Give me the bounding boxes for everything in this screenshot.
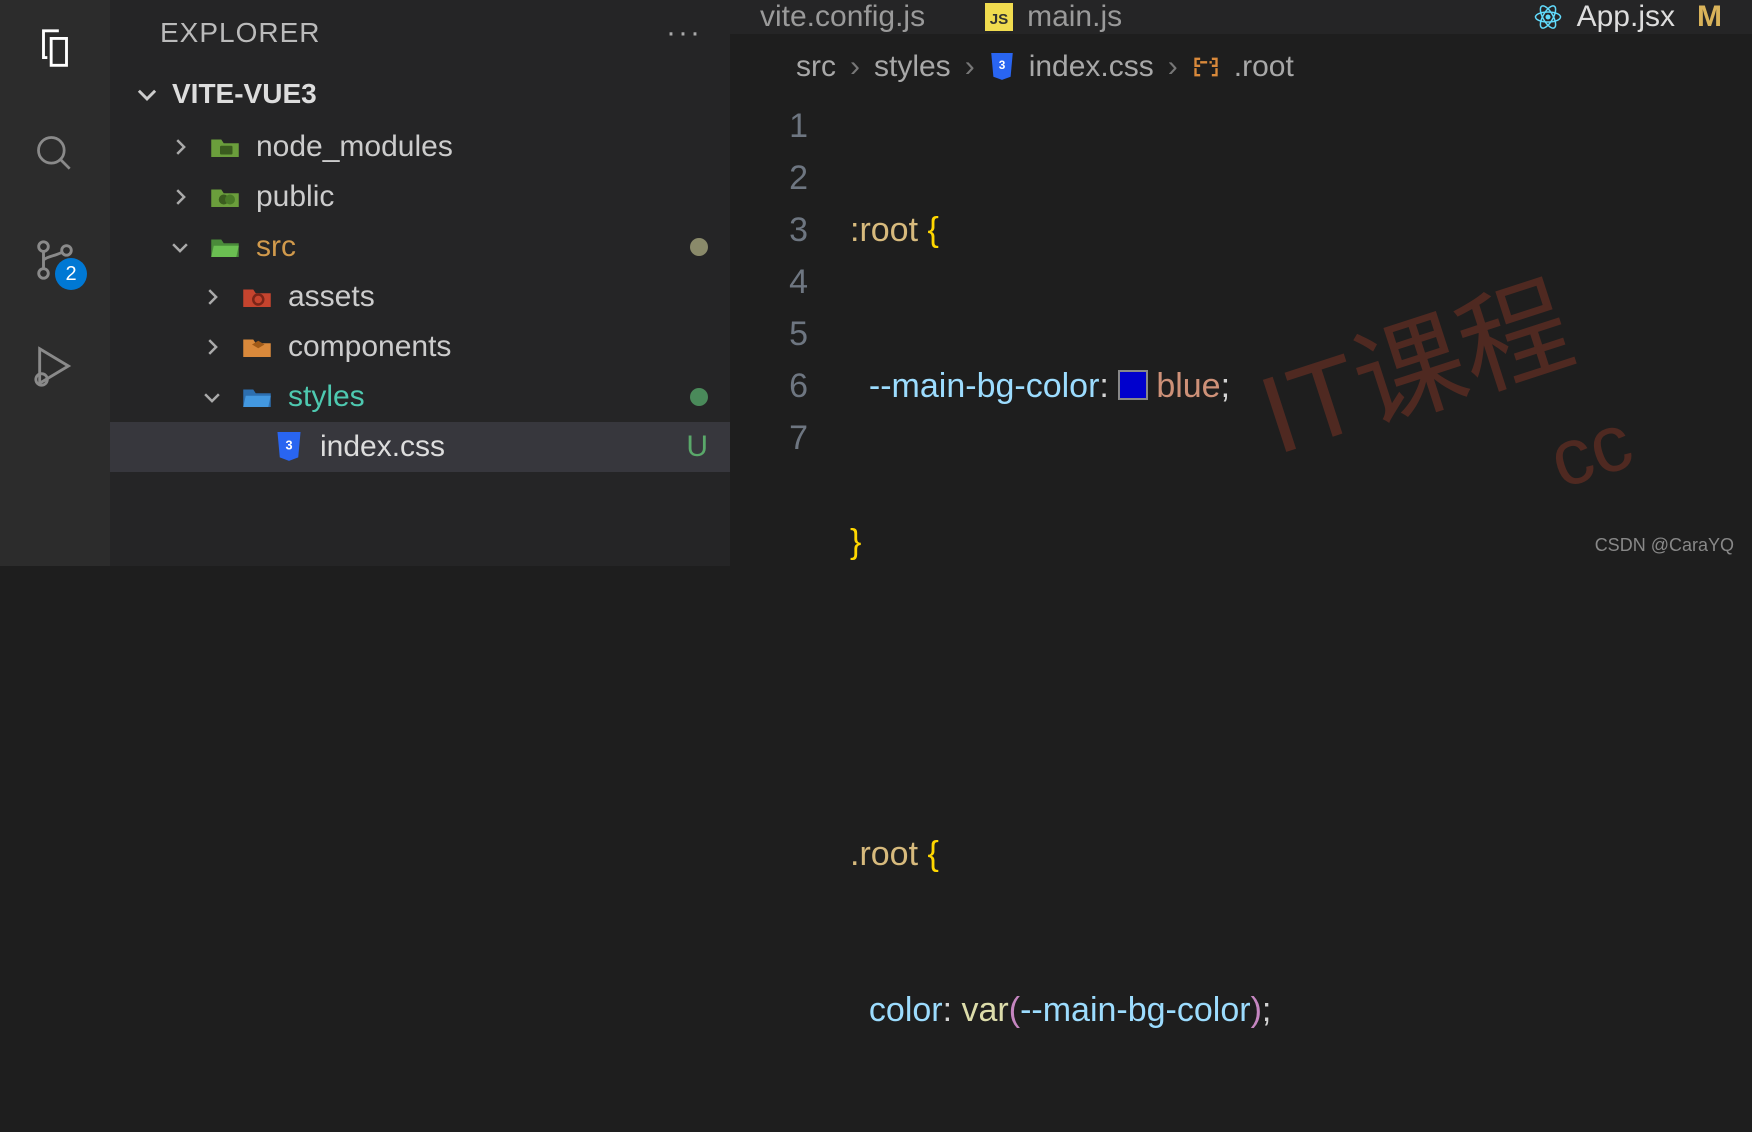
explorer-more-icon[interactable]: ···: [666, 16, 702, 50]
explorer-icon[interactable]: [31, 24, 79, 72]
code-editor[interactable]: 1 2 3 4 5 6 7 :root { --main-bg-color: b…: [730, 100, 1752, 1132]
svg-text:JS: JS: [990, 11, 1009, 28]
tree-label: public: [256, 180, 710, 214]
git-status-u: U: [686, 430, 708, 464]
tree-label: src: [256, 230, 710, 264]
svg-text:3: 3: [285, 438, 292, 452]
tree-label: assets: [288, 280, 710, 314]
folder-icon: [240, 284, 274, 310]
file-tree: node_modules public src assets component…: [110, 122, 730, 472]
tree-label: styles: [288, 380, 710, 414]
tree-folder-src[interactable]: src: [110, 222, 730, 272]
tree-label: index.css: [320, 430, 710, 464]
chevron-right-icon: [166, 136, 194, 158]
tree-folder-public[interactable]: public: [110, 172, 730, 222]
run-debug-icon[interactable]: [31, 342, 79, 390]
folder-open-icon: [208, 234, 242, 260]
breadcrumb-item[interactable]: src: [796, 50, 836, 84]
tab-main-js[interactable]: JS main.js: [955, 0, 1152, 34]
explorer-sidebar: EXPLORER ··· VITE-VUE3 node_modules publ…: [110, 0, 730, 566]
folder-icon: [208, 184, 242, 210]
tab-label: App.jsx: [1577, 0, 1675, 34]
explorer-header: EXPLORER ···: [110, 0, 730, 66]
tabbar: vite.config.js JS main.js App.jsx M: [730, 0, 1752, 34]
code-lines[interactable]: :root { --main-bg-color: blue; } .root {…: [850, 100, 1752, 1132]
js-file-icon: JS: [985, 3, 1013, 31]
svg-text:3: 3: [998, 58, 1005, 72]
react-file-icon: [1533, 2, 1563, 32]
color-swatch-icon[interactable]: [1118, 370, 1148, 400]
css-file-icon: 3: [989, 53, 1015, 81]
project-row[interactable]: VITE-VUE3: [110, 66, 730, 122]
tab-label: vite.config.js: [760, 0, 925, 34]
chevron-right-icon: ›: [1168, 50, 1178, 84]
chevron-down-icon: [134, 81, 160, 107]
tab-app-jsx[interactable]: App.jsx M: [1503, 0, 1752, 34]
folder-icon: [208, 134, 242, 160]
tab-vite-config[interactable]: vite.config.js: [730, 0, 955, 34]
breadcrumb-item[interactable]: index.css: [1029, 50, 1154, 84]
tree-label: components: [288, 330, 710, 364]
tree-file-indexcss[interactable]: 3 index.css U: [110, 422, 730, 472]
line-gutter: 1 2 3 4 5 6 7: [730, 100, 850, 1132]
breadcrumb-item[interactable]: .root: [1234, 50, 1294, 84]
folder-icon: [240, 334, 274, 360]
tree-folder-node-modules[interactable]: node_modules: [110, 122, 730, 172]
chevron-right-icon: [198, 286, 226, 308]
chevron-down-icon: [166, 236, 194, 258]
source-control-icon[interactable]: 2: [31, 236, 79, 284]
chevron-right-icon: [198, 336, 226, 358]
chevron-right-icon: ›: [850, 50, 860, 84]
tree-label: node_modules: [256, 130, 710, 164]
css-file-icon: 3: [272, 432, 306, 462]
chevron-down-icon: [198, 386, 226, 408]
activity-bar: 2: [0, 0, 110, 566]
tree-folder-assets[interactable]: assets: [110, 272, 730, 322]
tab-label: main.js: [1027, 0, 1122, 34]
modified-dot-icon: [690, 238, 708, 256]
chevron-right-icon: [166, 186, 194, 208]
breadcrumbs[interactable]: src › styles › 3 index.css › .root: [730, 34, 1752, 100]
git-status-m: M: [1697, 0, 1722, 34]
scm-badge: 2: [55, 258, 87, 290]
credit-text: CSDN @CaraYQ: [1595, 535, 1734, 556]
tree-folder-components[interactable]: components: [110, 322, 730, 372]
editor-area: vite.config.js JS main.js App.jsx M src …: [730, 0, 1752, 566]
breadcrumb-item[interactable]: styles: [874, 50, 951, 84]
css-rule-icon: [1192, 55, 1220, 79]
search-icon[interactable]: [31, 130, 79, 178]
explorer-title: EXPLORER: [160, 17, 321, 49]
chevron-right-icon: ›: [965, 50, 975, 84]
project-name: VITE-VUE3: [172, 78, 317, 110]
untracked-dot-icon: [690, 388, 708, 406]
tree-folder-styles[interactable]: styles: [110, 372, 730, 422]
folder-open-icon: [240, 384, 274, 410]
